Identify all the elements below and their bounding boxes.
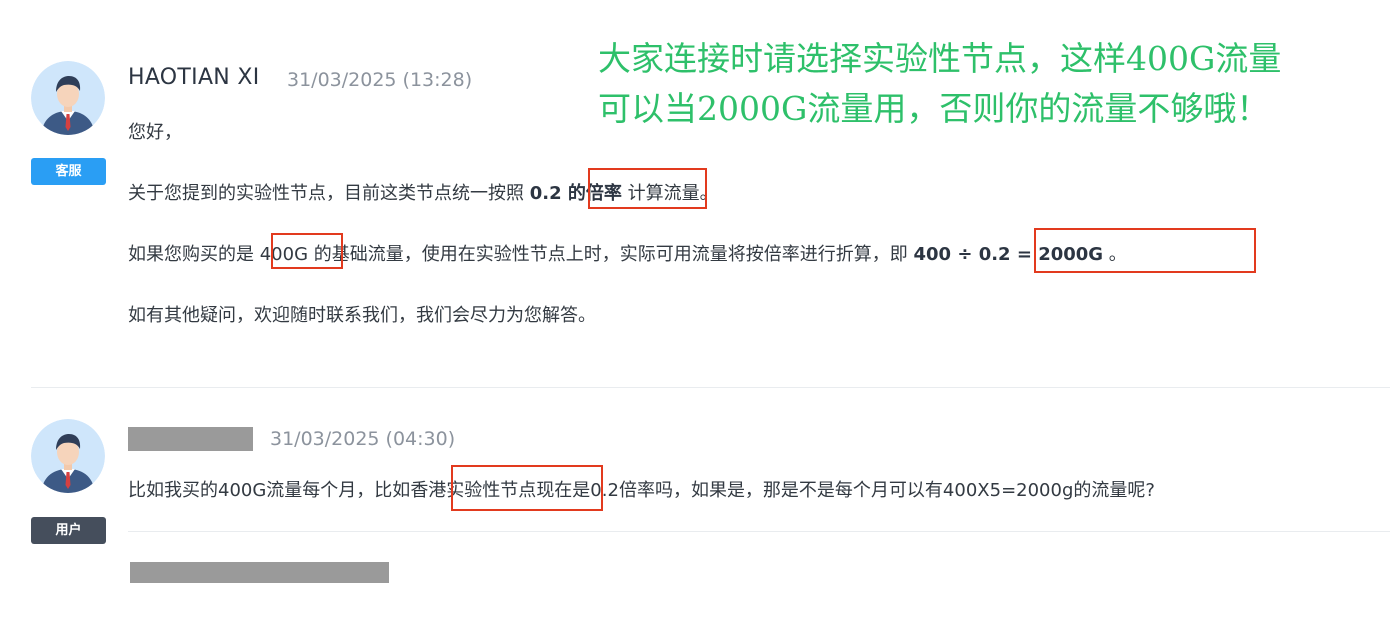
message-paragraph-3: 如有其他疑问，欢迎随时联系我们，我们会尽力为您解答。 [128, 305, 596, 326]
highlight-box-400g [271, 233, 343, 269]
message-greeting: 您好， [128, 122, 182, 143]
ticket-conversation: 大家连接时请选择实验性节点，这样400G流量 可以当2000G流量用，否则你的流… [0, 0, 1390, 618]
user-message-text: 比如我买的400G流量每个月，比如香港实验性节点现在是0.2倍率吗，如果是，那是… [128, 476, 1155, 502]
p2-text: 如果您购买的是 [128, 244, 260, 265]
user-text-end: 现在是0.2倍率吗，如果是，那是不是每个月可以有400X5=2000g的流量呢? [536, 480, 1155, 501]
redacted-content [130, 562, 389, 583]
role-badge-user: 用户 [31, 517, 106, 544]
support-agent-avatar-icon [31, 61, 105, 135]
highlight-box-rate [588, 168, 707, 209]
highlight-box-formula [1034, 228, 1256, 273]
message-divider [128, 531, 1390, 532]
p2-text-mid: 的基础流量，使用在实验性节点上时，实际可用流量将按倍率进行折算，即 [308, 244, 914, 265]
role-badge-staff: 客服 [31, 158, 106, 185]
annotation-overlay: 大家连接时请选择实验性节点，这样400G流量 可以当2000G流量用，否则你的流… [598, 34, 1281, 134]
redacted-author-name [128, 427, 253, 451]
message-timestamp: 31/03/2025 (04:30) [270, 428, 456, 450]
message-timestamp: 31/03/2025 (13:28) [287, 69, 473, 91]
highlight-box-hk-node [451, 465, 603, 511]
author-name: HAOTIAN XI [128, 65, 260, 90]
user-avatar-icon [31, 419, 105, 493]
p1-text: 关于您提到的实验性节点，目前这类节点统一按照 [128, 183, 530, 204]
message-divider [31, 387, 1390, 388]
user-text: 比如我买的400G流量每个月，比如 [128, 480, 411, 501]
annotation-line-1: 大家连接时请选择实验性节点，这样400G流量 [598, 39, 1282, 78]
annotation-line-2: 可以当2000G流量用，否则你的流量不够哦！ [598, 89, 1270, 128]
